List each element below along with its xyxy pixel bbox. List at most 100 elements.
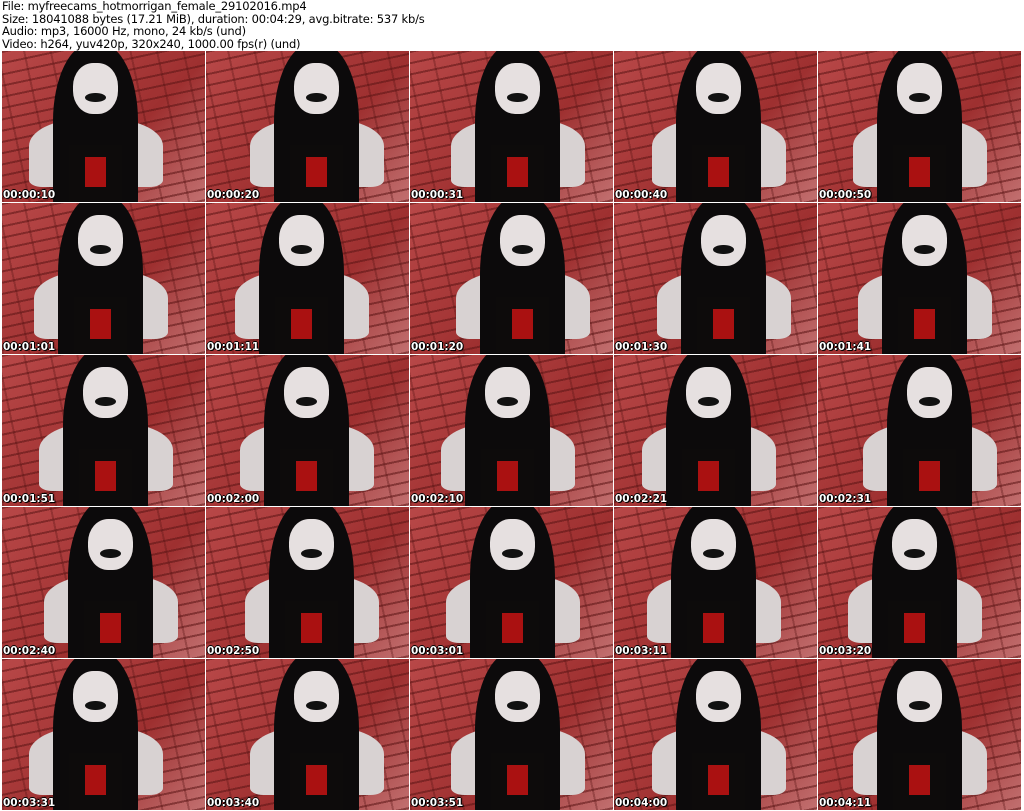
thumbnail-red-accent — [909, 764, 930, 795]
video-thumbnail: 00:02:21 — [614, 355, 817, 506]
file-name: File: myfreecams_hotmorrigan_female_2910… — [2, 0, 307, 13]
thumbnail-red-accent — [296, 460, 317, 491]
thumbnail-timestamp: 00:00:40 — [615, 189, 668, 201]
thumbnail-red-accent — [713, 308, 734, 339]
thumbnail-face — [495, 671, 540, 723]
thumbnail-timestamp: 00:01:11 — [207, 341, 260, 353]
thumbnail-timestamp: 00:03:20 — [819, 645, 872, 657]
thumbnail-red-accent — [914, 308, 935, 339]
thumbnail-face — [88, 519, 133, 571]
thumbnail-face — [73, 671, 118, 723]
video-thumbnail: 00:02:31 — [818, 355, 1021, 506]
thumbnail-face — [892, 519, 937, 571]
audio-info: Audio: mp3, 16000 Hz, mono, 24 kb/s (und… — [2, 24, 246, 38]
video-thumbnail: 00:00:50 — [818, 51, 1021, 202]
thumbnail-face — [284, 367, 329, 419]
thumbnail-timestamp: 00:02:31 — [819, 493, 872, 505]
thumbnail-timestamp: 00:02:21 — [615, 493, 668, 505]
video-thumbnail: 00:03:51 — [410, 659, 613, 810]
thumbnail-red-accent — [698, 460, 719, 491]
thumbnail-face — [897, 63, 942, 115]
thumbnail-face — [907, 367, 952, 419]
thumbnail-timestamp: 00:02:00 — [207, 493, 260, 505]
thumbnail-timestamp: 00:00:50 — [819, 189, 872, 201]
thumbnail-face — [701, 215, 746, 267]
thumbnail-timestamp: 00:01:20 — [411, 341, 464, 353]
thumbnail-red-accent — [708, 764, 729, 795]
thumbnail-face — [279, 215, 324, 267]
thumbnail-face — [78, 215, 123, 267]
thumbnail-red-accent — [919, 460, 940, 491]
thumbnail-timestamp: 00:04:11 — [819, 797, 872, 809]
thumbnail-timestamp: 00:02:40 — [3, 645, 56, 657]
thumbnail-face — [696, 63, 741, 115]
video-thumbnail: 00:02:50 — [206, 507, 409, 658]
thumbnail-timestamp: 00:01:30 — [615, 341, 668, 353]
video-thumbnail: 00:02:10 — [410, 355, 613, 506]
video-thumbnail: 00:03:31 — [2, 659, 205, 810]
video-thumbnail: 00:02:40 — [2, 507, 205, 658]
thumbnail-red-accent — [301, 612, 322, 643]
file-info-header: File: myfreecams_hotmorrigan_female_2910… — [2, 0, 425, 50]
thumbnail-red-accent — [703, 612, 724, 643]
thumbnail-timestamp: 00:03:11 — [615, 645, 668, 657]
video-thumbnail: 00:04:11 — [818, 659, 1021, 810]
thumbnail-red-accent — [95, 460, 116, 491]
thumbnail-face — [490, 519, 535, 571]
thumbnail-timestamp: 00:01:51 — [3, 493, 56, 505]
thumbnail-face — [902, 215, 947, 267]
video-thumbnail: 00:03:40 — [206, 659, 409, 810]
thumbnail-red-accent — [90, 308, 111, 339]
thumbnail-red-accent — [291, 308, 312, 339]
thumbnail-face — [73, 63, 118, 115]
thumbnail-red-accent — [85, 764, 106, 795]
video-thumbnail: 00:01:51 — [2, 355, 205, 506]
video-thumbnail: 00:01:30 — [614, 203, 817, 354]
video-thumbnail: 00:00:40 — [614, 51, 817, 202]
thumbnail-timestamp: 00:04:00 — [615, 797, 668, 809]
thumbnail-red-accent — [708, 156, 729, 187]
thumbnail-face — [294, 671, 339, 723]
thumbnail-red-accent — [512, 308, 533, 339]
thumbnail-red-accent — [502, 612, 523, 643]
video-info: Video: h264, yuv420p, 320x240, 1000.00 f… — [2, 36, 301, 51]
video-thumbnail: 00:01:41 — [818, 203, 1021, 354]
video-thumbnail: 00:01:11 — [206, 203, 409, 354]
thumbnail-red-accent — [85, 156, 106, 187]
thumbnail-face — [691, 519, 736, 571]
thumbnail-face — [289, 519, 334, 571]
video-thumbnail: 00:03:20 — [818, 507, 1021, 658]
thumbnail-timestamp: 00:03:01 — [411, 645, 464, 657]
thumbnail-red-accent — [507, 764, 528, 795]
video-thumbnail: 00:00:10 — [2, 51, 205, 202]
video-thumbnail: 00:00:20 — [206, 51, 409, 202]
thumbnail-face — [686, 367, 731, 419]
thumbnail-timestamp: 00:00:10 — [3, 189, 56, 201]
video-thumbnail: 00:03:01 — [410, 507, 613, 658]
thumbnail-face — [696, 671, 741, 723]
video-thumbnail: 00:03:11 — [614, 507, 817, 658]
video-thumbnail: 00:02:00 — [206, 355, 409, 506]
thumbnail-timestamp: 00:01:01 — [3, 341, 56, 353]
thumbnail-face — [485, 367, 530, 419]
thumbnail-face — [495, 63, 540, 115]
thumbnail-timestamp: 00:00:31 — [411, 189, 464, 201]
thumbnail-timestamp: 00:03:51 — [411, 797, 464, 809]
thumbnail-face — [897, 671, 942, 723]
thumbnail-red-accent — [909, 156, 930, 187]
thumbnail-red-accent — [507, 156, 528, 187]
thumbnail-timestamp: 00:00:20 — [207, 189, 260, 201]
thumbnail-red-accent — [100, 612, 121, 643]
video-thumbnail: 00:04:00 — [614, 659, 817, 810]
thumbnail-timestamp: 00:02:50 — [207, 645, 260, 657]
thumbnail-red-accent — [904, 612, 925, 643]
thumbnail-face — [294, 63, 339, 115]
video-thumbnail: 00:01:01 — [2, 203, 205, 354]
thumbnail-red-accent — [306, 764, 327, 795]
thumbnail-face — [500, 215, 545, 267]
video-thumbnail: 00:00:31 — [410, 51, 613, 202]
thumbnail-timestamp: 00:03:31 — [3, 797, 56, 809]
thumbnail-timestamp: 00:01:41 — [819, 341, 872, 353]
thumbnail-red-accent — [306, 156, 327, 187]
thumbnail-red-accent — [497, 460, 518, 491]
